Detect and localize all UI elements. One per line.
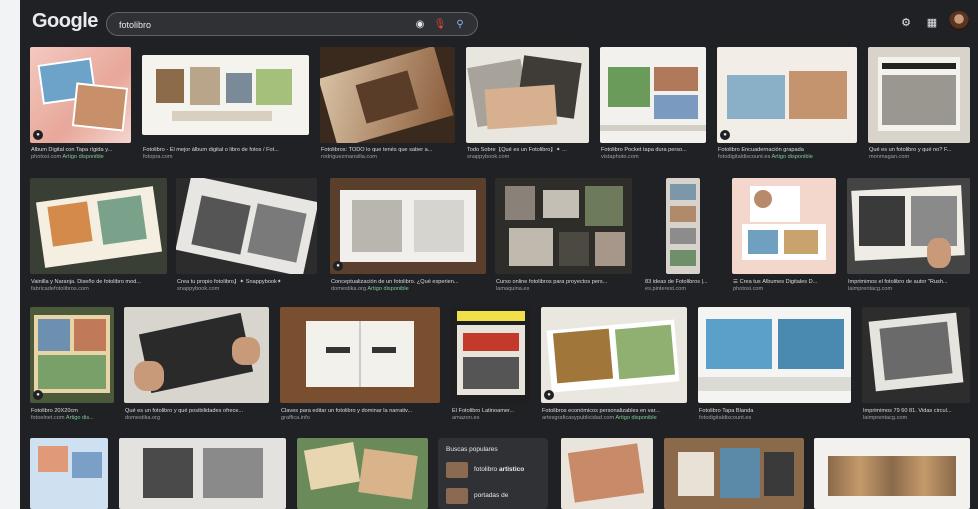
- result-caption-18[interactable]: El Fotolibro Latinoamer... amazon.es: [452, 408, 534, 422]
- result-thumb-6[interactable]: ●: [717, 47, 857, 143]
- result-thumb-12[interactable]: [666, 178, 700, 274]
- result-thumb-15[interactable]: ●: [30, 307, 114, 403]
- result-caption-9[interactable]: Crea tu propio fotolibro】✦ Snappybook✦ s…: [177, 279, 321, 293]
- result-thumb-11[interactable]: [495, 178, 632, 274]
- result-thumb-7[interactable]: [868, 47, 970, 143]
- gear-icon[interactable]: ⚙: [898, 14, 914, 30]
- popular-thumb: [446, 488, 468, 504]
- result-caption-10[interactable]: Conceptualización de un fotolibro. ¿Qué …: [331, 279, 489, 293]
- camera-icon[interactable]: ◉: [413, 17, 427, 31]
- search-icon[interactable]: ⚲: [453, 17, 467, 31]
- badge-icon: ●: [544, 390, 554, 400]
- result-caption-13[interactable]: ☰ Crea tus Álbumes Digitales D... photos…: [733, 279, 837, 293]
- result-thumb-8[interactable]: [30, 178, 167, 274]
- result-caption-20[interactable]: Fotolibro Tapa Blanda fotodigitaldiscoun…: [699, 408, 849, 422]
- result-caption-16[interactable]: Qué es un fotolibro y qué posibilidades …: [125, 408, 273, 422]
- popular-search-item[interactable]: fotolibro artistico: [446, 462, 546, 480]
- result-thumb-24[interactable]: [297, 438, 428, 509]
- result-thumb-9[interactable]: [176, 178, 317, 274]
- result-caption-3[interactable]: Fotolibros: TODO lo que tenés que saber …: [321, 147, 457, 161]
- result-thumb-26[interactable]: [664, 438, 804, 509]
- result-caption-19[interactable]: Fotolibros económicos personalizables en…: [542, 408, 690, 422]
- result-caption-8[interactable]: Vainilla y Naranja. Diseño de fotolibro …: [31, 279, 171, 293]
- popular-thumb: [446, 462, 468, 478]
- result-thumb-27[interactable]: [814, 438, 970, 509]
- result-caption-7[interactable]: Qué es un fotolibro y qué no? F... monma…: [869, 147, 974, 161]
- result-caption-11[interactable]: Curso online fotolibros para proyectos p…: [496, 279, 634, 293]
- result-caption-5[interactable]: Fotolibro Pocket tapa dura perso... vist…: [601, 147, 707, 161]
- result-thumb-20[interactable]: [698, 307, 851, 403]
- popular-search-item[interactable]: portadas de: [446, 488, 546, 506]
- result-thumb-22[interactable]: [30, 438, 108, 509]
- popular-searches-panel: Buscas populares fotolibro artistico por…: [438, 438, 548, 509]
- mic-icon[interactable]: 🎙: [433, 17, 447, 31]
- result-thumb-2[interactable]: [142, 55, 309, 135]
- search-box[interactable]: ◉ 🎙 ⚲: [106, 12, 478, 36]
- result-thumb-17[interactable]: [280, 307, 440, 403]
- result-thumb-16[interactable]: [124, 307, 269, 403]
- result-caption-6[interactable]: Fotolibro Encuadernación grapada fotodig…: [718, 147, 858, 161]
- result-thumb-25[interactable]: [561, 438, 653, 509]
- top-bar: Google ◉ 🎙 ⚲ ⚙ ▦: [20, 0, 978, 44]
- result-thumb-23[interactable]: [119, 438, 286, 509]
- left-edge-strip: [0, 0, 20, 509]
- search-input[interactable]: [117, 16, 401, 34]
- result-thumb-4[interactable]: [466, 47, 589, 143]
- result-caption-15[interactable]: Fotolibro 20X20cm fotoelnet.com Artigo d…: [31, 408, 115, 422]
- avatar[interactable]: [949, 11, 969, 31]
- result-caption-4[interactable]: Todo Sobre【Qué es un Fotolibro】✦ ... sna…: [467, 147, 595, 161]
- result-caption-17[interactable]: Claves para editar un fotolibro y domina…: [281, 408, 441, 422]
- result-thumb-5[interactable]: [600, 47, 706, 143]
- result-caption-12[interactable]: 83 ideas de Fotolibros |... es.pinterest…: [645, 279, 721, 293]
- popular-searches-title: Buscas populares: [446, 446, 498, 453]
- badge-icon: ●: [720, 130, 730, 140]
- result-thumb-1[interactable]: ●: [30, 47, 131, 143]
- result-caption-2[interactable]: Fotolibro - El mejor álbum digital o lib…: [143, 147, 311, 161]
- result-caption-21[interactable]: Imprimimos 79 60 81. Vidas circul... lai…: [863, 408, 973, 422]
- result-caption-1[interactable]: Álbum Digital con Tapa rígida y... photo…: [31, 147, 137, 161]
- result-thumb-10[interactable]: ●: [330, 178, 486, 274]
- result-thumb-21[interactable]: [862, 307, 970, 403]
- apps-grid-icon[interactable]: ▦: [924, 14, 940, 30]
- result-thumb-18[interactable]: [451, 307, 531, 403]
- badge-icon: ●: [333, 261, 343, 271]
- badge-icon: ●: [33, 390, 43, 400]
- result-thumb-3[interactable]: [320, 47, 455, 143]
- result-thumb-14[interactable]: [847, 178, 970, 274]
- result-thumb-13[interactable]: [732, 178, 836, 274]
- result-thumb-19[interactable]: ●: [541, 307, 687, 403]
- google-logo[interactable]: Google: [32, 10, 98, 33]
- badge-icon: ●: [33, 130, 43, 140]
- result-caption-14[interactable]: Imprimimos el fotolibro de autor "Rush..…: [848, 279, 972, 293]
